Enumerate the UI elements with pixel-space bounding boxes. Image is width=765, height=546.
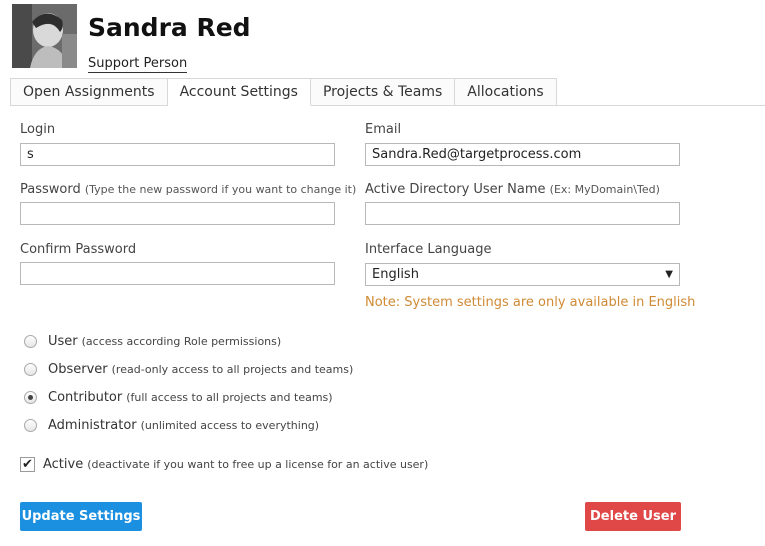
radio-observer[interactable] (24, 362, 37, 376)
tab-account-settings[interactable]: Account Settings (167, 78, 311, 106)
tab-allocations[interactable]: Allocations (455, 78, 557, 106)
ad-user-field[interactable] (365, 202, 680, 225)
radio-administrator[interactable] (24, 418, 37, 432)
language-select-value: English (372, 267, 419, 282)
confirm-password-label: Confirm Password (20, 242, 137, 257)
email-field[interactable] (365, 143, 680, 166)
password-hint: (Type the new password if you want to ch… (84, 183, 357, 196)
active-label: Active (43, 456, 84, 472)
access-level-hint: (access according Role permissions) (81, 334, 282, 348)
ad-user-hint: (Ex: MyDomain\Ted) (549, 183, 660, 196)
login-field[interactable] (20, 143, 335, 166)
access-level-administrator[interactable]: Administrator (unlimited access to every… (24, 416, 319, 434)
user-role-link[interactable]: Support Person (88, 56, 188, 73)
avatar (12, 4, 77, 68)
delete-user-button[interactable]: Delete User (585, 502, 681, 531)
access-level-label: Contributor (48, 389, 123, 405)
confirm-password-field[interactable] (20, 262, 335, 285)
language-note: Note: System settings are only available… (365, 295, 696, 310)
password-field[interactable] (20, 202, 335, 225)
access-level-label: User (48, 333, 78, 349)
tab-open-assignments[interactable]: Open Assignments (10, 78, 168, 106)
access-level-hint: (read-only access to all projects and te… (111, 362, 354, 376)
active-hint: (deactivate if you want to free up a lic… (87, 457, 429, 471)
checkmark-icon: ✔ (22, 456, 33, 472)
user-name: Sandra Red (88, 13, 251, 42)
language-label: Interface Language (365, 242, 492, 257)
update-settings-button[interactable]: Update Settings (20, 502, 142, 531)
access-level-hint: (full access to all projects and teams) (126, 390, 333, 404)
tab-projects-teams[interactable]: Projects & Teams (310, 78, 456, 106)
access-level-user[interactable]: User (access according Role permissions) (24, 332, 281, 350)
access-level-label: Administrator (48, 417, 137, 433)
password-label: Password (Type the new password if you w… (20, 182, 357, 197)
active-checkbox[interactable]: ✔ (20, 456, 35, 472)
radio-user[interactable] (24, 334, 37, 348)
email-label: Email (365, 122, 402, 137)
access-level-hint: (unlimited access to everything) (140, 418, 320, 432)
access-level-observer[interactable]: Observer (read-only access to all projec… (24, 360, 353, 378)
active-toggle[interactable]: ✔ Active (deactivate if you want to free… (20, 455, 428, 473)
user-photo (12, 4, 77, 68)
login-label: Login (20, 122, 56, 137)
ad-user-label: Active Directory User Name (Ex: MyDomain… (365, 182, 660, 197)
access-level-contributor[interactable]: Contributor (full access to all projects… (24, 388, 333, 406)
chevron-down-icon: ▼ (665, 269, 673, 280)
radio-contributor[interactable] (24, 390, 37, 404)
tab-bar: Open Assignments Account Settings Projec… (10, 78, 557, 106)
language-select[interactable]: English ▼ (365, 263, 680, 286)
access-level-label: Observer (48, 361, 108, 377)
